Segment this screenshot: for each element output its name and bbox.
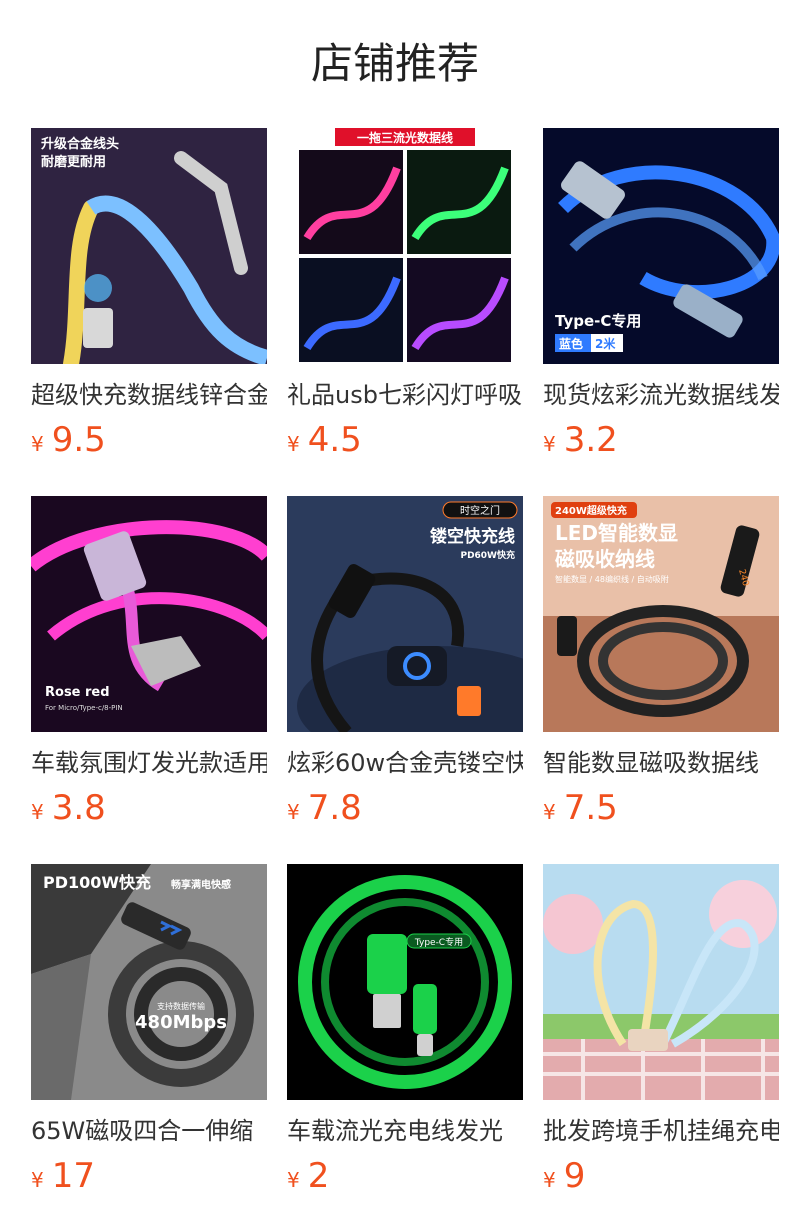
product-price: ¥7.5 <box>543 786 779 830</box>
price-amount: 7.8 <box>307 788 362 828</box>
glowing-cable-grid-illustration: 一拖三流光数据线 <box>287 128 523 364</box>
product-name[interactable]: 车载流光充电线发光 <box>287 1114 523 1148</box>
product-price: ¥17 <box>31 1154 267 1198</box>
svg-text:PD100W快充: PD100W快充 <box>43 873 151 892</box>
product-price: ¥3.8 <box>31 786 267 830</box>
product-price: ¥4.5 <box>287 418 523 462</box>
glowing-cable-grid-image[interactable]: 一拖三流光数据线 <box>287 128 523 364</box>
product-card[interactable]: PD100W快充 畅享满电快感 支持数据传输 480Mbps 65W磁吸四合一伸… <box>31 864 267 1212</box>
currency-symbol: ¥ <box>543 1168 556 1192</box>
svg-text:升级合金线头: 升级合金线头 <box>41 136 119 152</box>
product-card[interactable]: 批发跨境手机挂绳充电 ¥9 <box>543 864 779 1212</box>
magnetic-cable-illustration: PD100W快充 畅享满电快感 支持数据传输 480Mbps <box>31 864 267 1100</box>
svg-text:480Mbps: 480Mbps <box>135 1012 227 1033</box>
product-grid: 升级合金线头 耐磨更耐用 超级快充数据线锌合金 ¥9.5 一拖三流光数据线 礼品… <box>31 128 779 1212</box>
svg-text:For Micro/Type-c/8-PIN: For Micro/Type-c/8-PIN <box>45 704 123 712</box>
svg-text:Type-C专用: Type-C专用 <box>555 312 641 330</box>
svg-text:蓝色: 蓝色 <box>559 336 583 351</box>
svg-text:支持数据传输: 支持数据传输 <box>157 1001 205 1011</box>
product-name[interactable]: 智能数显磁吸数据线 <box>543 746 779 780</box>
rainbow-cable-image[interactable]: 升级合金线头 耐磨更耐用 <box>31 128 267 364</box>
currency-symbol: ¥ <box>287 432 300 456</box>
store-recommendations-page: 店铺推荐 升级合金线头 耐磨更耐用 超级快充数据线锌合金 ¥9.5 一拖三流光数… <box>0 0 790 1232</box>
price-amount: 3.2 <box>563 420 618 460</box>
currency-symbol: ¥ <box>31 432 44 456</box>
product-card[interactable]: 升级合金线头 耐磨更耐用 超级快充数据线锌合金 ¥9.5 <box>31 128 267 476</box>
blue-glow-cable-image[interactable]: Type-C专用 蓝色 2米 <box>543 128 779 364</box>
braided-cable-image[interactable]: 240W超级快充 LED智能数显 磁吸收纳线 智能数显 / 48编织线 / 自动… <box>543 496 779 732</box>
currency-symbol: ¥ <box>31 1168 44 1192</box>
product-name[interactable]: 现货炫彩流光数据线发光 <box>543 378 779 412</box>
svg-text:畅享满电快感: 畅享满电快感 <box>171 878 231 891</box>
price-amount: 4.5 <box>307 420 362 460</box>
green-glow-cable-illustration: Type-C专用 <box>287 864 523 1100</box>
currency-symbol: ¥ <box>543 432 556 456</box>
braided-cable-illustration: 240W超级快充 LED智能数显 磁吸收纳线 智能数显 / 48编织线 / 自动… <box>543 496 779 732</box>
svg-text:Rose red: Rose red <box>45 685 110 700</box>
product-name[interactable]: 65W磁吸四合一伸缩 <box>31 1114 267 1148</box>
black-cable-image[interactable]: 时空之门 镂空快充线 PD60W快充 <box>287 496 523 732</box>
product-price: ¥7.8 <box>287 786 523 830</box>
product-card[interactable]: Type-C专用 车载流光充电线发光 ¥2 <box>287 864 523 1212</box>
black-cable-illustration: 时空之门 镂空快充线 PD60W快充 <box>287 496 523 732</box>
magnetic-cable-image[interactable]: PD100W快充 畅享满电快感 支持数据传输 480Mbps <box>31 864 267 1100</box>
green-glow-cable-image[interactable]: Type-C专用 <box>287 864 523 1100</box>
blue-glow-cable-illustration: Type-C专用 蓝色 2米 <box>543 128 779 364</box>
product-name[interactable]: 礼品usb七彩闪灯呼吸 <box>287 378 523 412</box>
svg-text:一拖三流光数据线: 一拖三流光数据线 <box>357 130 453 145</box>
product-name[interactable]: 炫彩60w合金壳镂空快充 <box>287 746 523 780</box>
pink-glow-cable-image[interactable]: Rose red For Micro/Type-c/8-PIN <box>31 496 267 732</box>
svg-text:时空之门: 时空之门 <box>460 504 500 517</box>
product-card[interactable]: Type-C专用 蓝色 2米 现货炫彩流光数据线发光 ¥3.2 <box>543 128 779 476</box>
product-price: ¥9.5 <box>31 418 267 462</box>
product-name[interactable]: 超级快充数据线锌合金 <box>31 378 267 412</box>
svg-text:Type-C专用: Type-C专用 <box>414 936 463 948</box>
phone-lanyard-illustration <box>543 864 779 1100</box>
price-amount: 3.8 <box>51 788 106 828</box>
svg-text:2米: 2米 <box>595 336 616 351</box>
page-title: 店铺推荐 <box>310 39 479 88</box>
price-amount: 9.5 <box>51 420 106 460</box>
rainbow-cable-illustration: 升级合金线头 耐磨更耐用 <box>31 128 267 364</box>
pink-glow-cable-illustration: Rose red For Micro/Type-c/8-PIN <box>31 496 267 732</box>
currency-symbol: ¥ <box>543 800 556 824</box>
price-amount: 17 <box>51 1156 95 1196</box>
product-card[interactable]: 一拖三流光数据线 礼品usb七彩闪灯呼吸 ¥4.5 <box>287 128 523 476</box>
price-amount: 7.5 <box>563 788 618 828</box>
product-name[interactable]: 批发跨境手机挂绳充电 <box>543 1114 779 1148</box>
phone-lanyard-image[interactable] <box>543 864 779 1100</box>
svg-text:智能数显 / 48编织线 / 自动吸附: 智能数显 / 48编织线 / 自动吸附 <box>555 574 669 584</box>
product-card[interactable]: 240W超级快充 LED智能数显 磁吸收纳线 智能数显 / 48编织线 / 自动… <box>543 496 779 844</box>
product-price: ¥3.2 <box>543 418 779 462</box>
svg-text:LED智能数显: LED智能数显 <box>555 521 678 545</box>
price-amount: 9 <box>563 1156 586 1196</box>
product-name[interactable]: 车载氛围灯发光款适用 <box>31 746 267 780</box>
svg-text:耐磨更耐用: 耐磨更耐用 <box>41 154 106 170</box>
svg-text:PD60W快充: PD60W快充 <box>460 549 515 561</box>
svg-text:镂空快充线: 镂空快充线 <box>430 526 515 547</box>
price-amount: 2 <box>307 1156 330 1196</box>
product-price: ¥2 <box>287 1154 523 1198</box>
product-price: ¥9 <box>543 1154 779 1198</box>
product-card[interactable]: 时空之门 镂空快充线 PD60W快充 炫彩60w合金壳镂空快充 ¥7.8 <box>287 496 523 844</box>
svg-text:磁吸收纳线: 磁吸收纳线 <box>555 547 655 571</box>
product-card[interactable]: Rose red For Micro/Type-c/8-PIN 车载氛围灯发光款… <box>31 496 267 844</box>
currency-symbol: ¥ <box>31 800 44 824</box>
svg-text:240W超级快充: 240W超级快充 <box>555 504 627 517</box>
currency-symbol: ¥ <box>287 800 300 824</box>
currency-symbol: ¥ <box>287 1168 300 1192</box>
